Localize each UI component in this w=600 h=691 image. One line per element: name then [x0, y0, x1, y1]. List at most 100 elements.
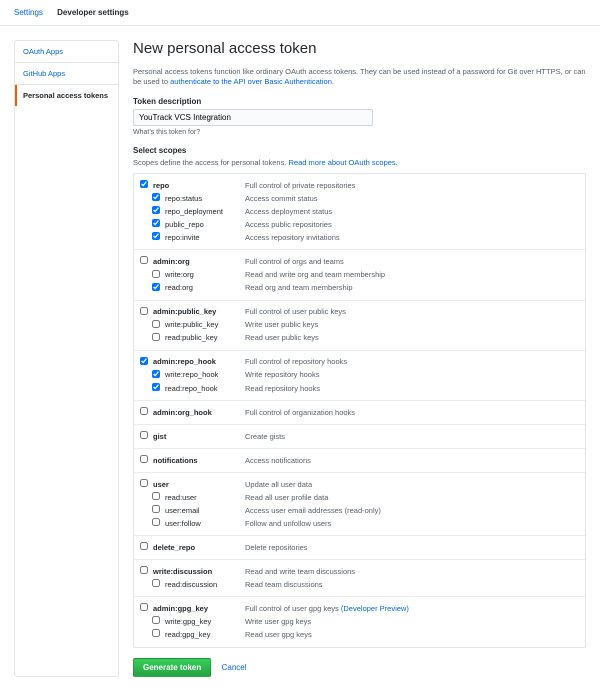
- oauth-scopes-link[interactable]: Read more about OAuth scopes.: [289, 158, 398, 167]
- sidebar-item-oauth-apps[interactable]: OAuth Apps: [15, 41, 118, 63]
- scope-name: admin:gpg_key: [150, 604, 245, 614]
- scope-row-repo-deployment: repo_deploymentAccess deployment status: [134, 205, 585, 218]
- generate-token-button[interactable]: Generate token: [133, 658, 211, 677]
- scope-name: repo:invite: [162, 233, 245, 243]
- page-title: New personal access token: [133, 40, 586, 57]
- scope-checkbox-admin-gpg-key[interactable]: [140, 603, 148, 611]
- scope-checkbox-admin-repo-hook[interactable]: [140, 357, 148, 365]
- scope-row-user: userUpdate all user data: [134, 478, 585, 491]
- developer-preview-link[interactable]: (Developer Preview): [341, 604, 409, 613]
- scope-row-read-user: read:userRead all user profile data: [134, 491, 585, 504]
- scope-checkbox-gist[interactable]: [140, 431, 148, 439]
- main-content: New personal access token Personal acces…: [133, 40, 586, 677]
- scope-checkbox-repo-invite[interactable]: [152, 232, 160, 240]
- scope-checkbox-read-discussion[interactable]: [152, 579, 160, 587]
- scope-checkbox-repo-status[interactable]: [152, 193, 160, 201]
- scope-checkbox-user[interactable]: [140, 479, 148, 487]
- scope-name: read:user: [162, 493, 245, 503]
- scope-table: repoFull control of private repositories…: [133, 173, 586, 647]
- scope-row-write-org: write:orgRead and write org and team mem…: [134, 269, 585, 282]
- scope-row-read-gpg-key: read:gpg_keyRead user gpg keys: [134, 628, 585, 641]
- scope-note: Update all user data: [245, 480, 579, 490]
- scope-row-write-public-key: write:public_keyWrite user public keys: [134, 319, 585, 332]
- scope-name: read:org: [162, 283, 245, 293]
- scope-row-public-repo: public_repoAccess public repositories: [134, 218, 585, 231]
- scope-name: delete_repo: [150, 543, 245, 553]
- scope-name: user:email: [162, 506, 245, 516]
- scope-checkbox-read-org[interactable]: [152, 283, 160, 291]
- scope-row-repo-status: repo:statusAccess commit status: [134, 192, 585, 205]
- scope-name: user: [150, 480, 245, 490]
- nav-developer-settings[interactable]: Developer settings: [57, 8, 129, 17]
- scope-row-repo: repoFull control of private repositories: [134, 179, 585, 192]
- scope-name: notifications: [150, 456, 245, 466]
- sidebar-item-github-apps[interactable]: GitHub Apps: [15, 63, 118, 85]
- scope-checkbox-read-user[interactable]: [152, 492, 160, 500]
- scope-checkbox-notifications[interactable]: [140, 455, 148, 463]
- intro-text: Personal access tokens function like ord…: [133, 67, 586, 87]
- scope-checkbox-public-repo[interactable]: [152, 219, 160, 227]
- scope-note: Follow and unfollow users: [245, 519, 579, 529]
- token-desc-input[interactable]: [133, 109, 373, 126]
- scope-note: Access public repositories: [245, 220, 579, 230]
- sidebar-item-personal-access-tokens[interactable]: Personal access tokens: [15, 85, 118, 106]
- scope-note: Access repository invitations: [245, 233, 579, 243]
- token-desc-label: Token description: [133, 97, 586, 106]
- scope-row-user-follow: user:followFollow and unfollow users: [134, 517, 585, 530]
- scope-checkbox-admin-public-key[interactable]: [140, 307, 148, 315]
- scope-row-admin-public-key: admin:public_keyFull control of user pub…: [134, 306, 585, 319]
- scope-checkbox-delete-repo[interactable]: [140, 542, 148, 550]
- scope-checkbox-user-email[interactable]: [152, 505, 160, 513]
- scopes-desc: Scopes define the access for personal to…: [133, 158, 586, 167]
- scope-row-read-public-key: read:public_keyRead user public keys: [134, 332, 585, 345]
- scope-note: Access user email addresses (read-only): [245, 506, 579, 516]
- scope-row-notifications: notificationsAccess notifications: [134, 454, 585, 467]
- scope-note: Write user public keys: [245, 320, 579, 330]
- scope-row-user-email: user:emailAccess user email addresses (r…: [134, 504, 585, 517]
- scope-note: Delete repositories: [245, 543, 579, 553]
- scope-note: Write user gpg keys: [245, 617, 579, 627]
- scope-row-read-repo-hook: read:repo_hookRead repository hooks: [134, 382, 585, 395]
- select-scopes-label: Select scopes: [133, 146, 586, 155]
- scope-note: Full control of orgs and teams: [245, 257, 579, 267]
- scope-checkbox-read-public-key[interactable]: [152, 333, 160, 341]
- cancel-link[interactable]: Cancel: [222, 663, 247, 672]
- scope-name: write:public_key: [162, 320, 245, 330]
- scope-checkbox-user-follow[interactable]: [152, 518, 160, 526]
- scope-name: write:gpg_key: [162, 617, 245, 627]
- scope-name: user:follow: [162, 519, 245, 529]
- sidebar: OAuth AppsGitHub AppsPersonal access tok…: [14, 40, 119, 677]
- scope-name: write:discussion: [150, 567, 245, 577]
- scope-checkbox-read-gpg-key[interactable]: [152, 629, 160, 637]
- scope-name: repo:status: [162, 194, 245, 204]
- token-desc-help: What's this token for?: [133, 129, 586, 136]
- scope-checkbox-repo-deployment[interactable]: [152, 206, 160, 214]
- scope-name: public_repo: [162, 220, 245, 230]
- scope-checkbox-write-repo-hook[interactable]: [152, 370, 160, 378]
- scope-row-write-discussion: write:discussionRead and write team disc…: [134, 565, 585, 578]
- scope-checkbox-read-repo-hook[interactable]: [152, 383, 160, 391]
- scope-name: read:gpg_key: [162, 630, 245, 640]
- nav-settings[interactable]: Settings: [14, 8, 43, 17]
- scope-checkbox-admin-org[interactable]: [140, 256, 148, 264]
- scope-name: repo: [150, 181, 245, 191]
- scope-name: admin:org: [150, 257, 245, 267]
- scope-row-write-gpg-key: write:gpg_keyWrite user gpg keys: [134, 615, 585, 628]
- scope-note: Full control of user public keys: [245, 307, 579, 317]
- scope-name: gist: [150, 432, 245, 442]
- scope-row-read-discussion: read:discussionRead team discussions: [134, 578, 585, 591]
- scope-checkbox-write-gpg-key[interactable]: [152, 616, 160, 624]
- scope-checkbox-write-public-key[interactable]: [152, 320, 160, 328]
- scope-note: Full control of user gpg keys (Developer…: [245, 604, 579, 614]
- scope-checkbox-write-org[interactable]: [152, 270, 160, 278]
- scope-note: Read all user profile data: [245, 493, 579, 503]
- scope-note: Write repository hooks: [245, 370, 579, 380]
- scope-note: Read repository hooks: [245, 384, 579, 394]
- scope-checkbox-repo[interactable]: [140, 180, 148, 188]
- scope-checkbox-admin-org-hook[interactable]: [140, 407, 148, 415]
- scope-checkbox-write-discussion[interactable]: [140, 566, 148, 574]
- auth-link[interactable]: authenticate to the API over Basic Authe…: [170, 77, 332, 86]
- scope-row-write-repo-hook: write:repo_hookWrite repository hooks: [134, 369, 585, 382]
- scope-row-gist: gistCreate gists: [134, 430, 585, 443]
- scope-name: write:repo_hook: [162, 370, 245, 380]
